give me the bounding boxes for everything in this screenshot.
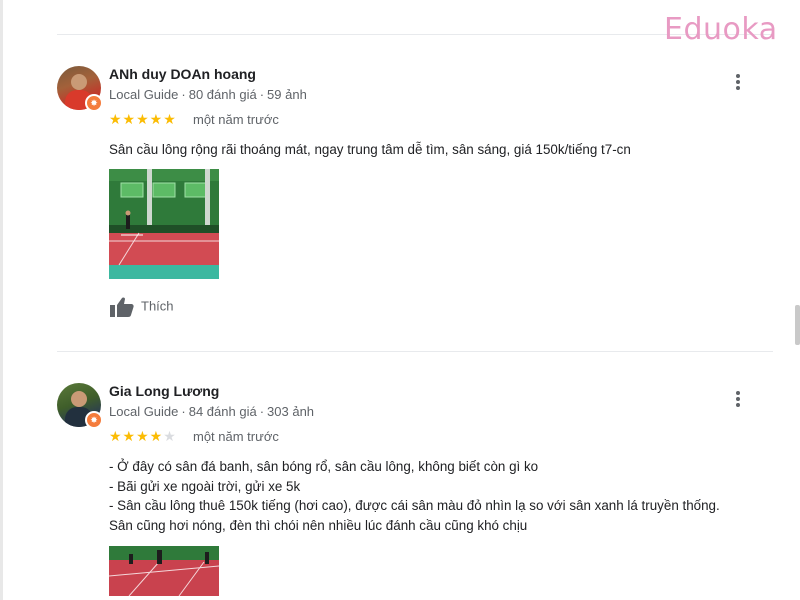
- local-guide-badge-icon: ✸: [85, 411, 103, 429]
- local-guide-badge-icon: ✸: [85, 94, 103, 112]
- more-vert-icon[interactable]: [733, 74, 743, 94]
- avatar[interactable]: ✸: [57, 66, 103, 112]
- review-text-line: Sân cầu lông rộng rãi thoáng mát, ngay t…: [109, 142, 631, 157]
- empty-stars: ★: [163, 428, 177, 444]
- photo-count: 303 ảnh: [267, 404, 315, 419]
- thumbs-up-icon: [110, 297, 134, 317]
- window-left-edge: [0, 0, 3, 600]
- more-vert-icon[interactable]: [733, 391, 743, 411]
- photo-count: 59 ảnh: [267, 87, 307, 102]
- reviewer-name[interactable]: ANh duy DOAn hoang: [109, 66, 256, 82]
- filled-stars: ★★★★★: [109, 111, 177, 127]
- review-divider: [57, 351, 773, 352]
- review-photo[interactable]: [109, 169, 219, 279]
- review-text-line: - Ở đây có sân đá banh, sân bóng rổ, sân…: [109, 459, 539, 474]
- reviewer-meta: Local Guide · 84 đánh giá · 303 ảnh: [109, 404, 315, 419]
- reviewer-meta: Local Guide · 80 đánh giá · 59 ảnh: [109, 87, 307, 102]
- star-rating: ★★★★★: [109, 428, 177, 445]
- like-label: Thích: [141, 298, 174, 314]
- star-rating: ★★★★★: [109, 111, 177, 128]
- brand-watermark: Eduoka: [664, 12, 778, 47]
- review-count: 80 đánh giá: [188, 87, 257, 102]
- filled-stars: ★★★★: [109, 428, 164, 444]
- avatar[interactable]: ✸: [57, 383, 103, 429]
- review-text-line: - Sân cầu lông thuê 150k tiếng (hơi cao)…: [109, 498, 720, 513]
- review-count: 84 đánh giá: [188, 404, 257, 419]
- review-photo[interactable]: [109, 546, 219, 596]
- guide-label: Local Guide: [109, 404, 179, 419]
- like-button[interactable]: Thích: [109, 296, 174, 318]
- review-time: một năm trước: [193, 112, 279, 127]
- guide-label: Local Guide: [109, 87, 179, 102]
- scrollbar-thumb[interactable]: [795, 305, 800, 345]
- reviewer-name[interactable]: Gia Long Lương: [109, 383, 219, 399]
- review-time: một năm trước: [193, 429, 279, 444]
- review-text-line: - Bãi gửi xe ngoài trời, gửi xe 5k: [109, 478, 301, 494]
- review-text-line: Sân cũng hơi nóng, đèn thì chói nên nhiề…: [109, 517, 528, 533]
